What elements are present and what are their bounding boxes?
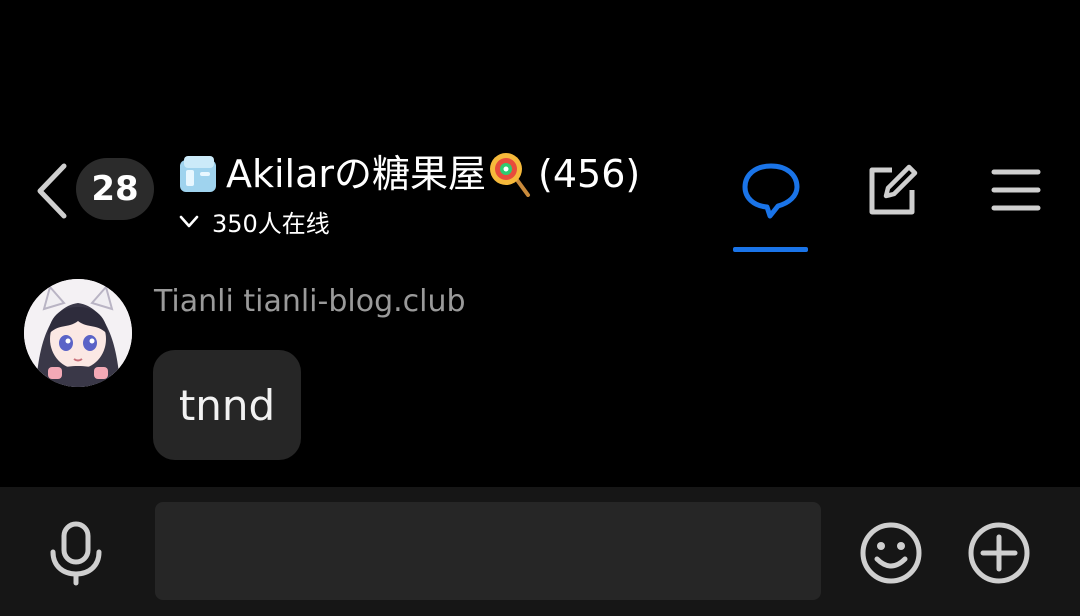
- unread-badge[interactable]: 28: [76, 158, 154, 220]
- tab-chat[interactable]: [740, 160, 802, 220]
- chat-header[interactable]: Akilarの糖果屋 (456) 350人在线: [178, 146, 640, 238]
- chevron-down-icon: [179, 215, 199, 227]
- chat-bubble-icon: [742, 163, 800, 219]
- emoji-button[interactable]: [859, 521, 923, 585]
- ice-cube-icon: [180, 156, 216, 192]
- sender-name[interactable]: Tianli tianli-blog.club: [154, 284, 466, 319]
- message-input[interactable]: [155, 502, 821, 600]
- anime-avatar-image: [24, 279, 132, 387]
- edit-button[interactable]: [862, 160, 922, 220]
- edit-icon: [869, 164, 918, 215]
- plus-circle-icon: [968, 522, 1030, 584]
- back-button[interactable]: [32, 162, 72, 220]
- hamburger-menu-icon: [991, 169, 1041, 211]
- online-status[interactable]: 350人在线: [178, 204, 330, 239]
- voice-input-button[interactable]: [46, 520, 106, 586]
- group-title: Akilarの糖果屋 (456): [178, 146, 640, 202]
- lollipop-icon: [490, 153, 531, 197]
- chevron-left-icon: [37, 163, 67, 219]
- smiley-icon: [860, 522, 922, 584]
- online-count: 350人在线: [212, 210, 330, 238]
- member-count: (456): [538, 152, 641, 196]
- more-actions-button[interactable]: [967, 521, 1031, 585]
- message-bubble[interactable]: tnnd: [153, 350, 301, 460]
- menu-button[interactable]: [990, 166, 1042, 214]
- group-name: Akilarの糖果屋: [226, 152, 487, 196]
- sender-avatar[interactable]: [24, 279, 132, 387]
- active-tab-indicator: [733, 247, 808, 252]
- microphone-icon: [50, 521, 102, 586]
